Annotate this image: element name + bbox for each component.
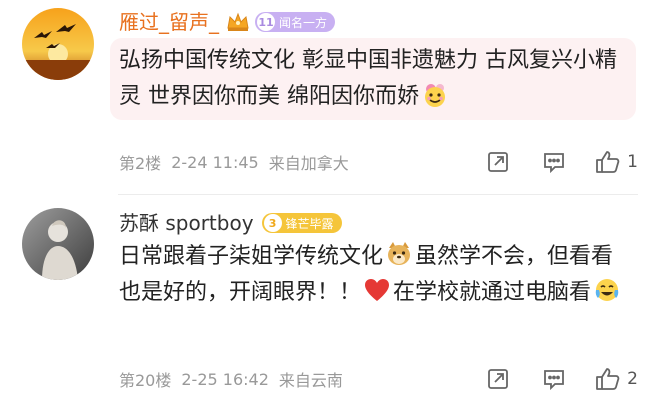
fan-level-badge[interactable]: 11 闻名一方 [255,12,336,32]
comment-item: 雁过_留声_ 11 闻名一方 弘扬中国传统文化 彰显中国非遗魅力 古风复兴小精灵… [0,0,660,190]
fan-level-label: 锋芒毕露 [285,216,334,231]
crown-badge-icon [225,11,251,33]
tears-of-joy-emoji [593,276,621,304]
fan-level-label: 闻名一方 [279,15,328,30]
name-row: 苏酥 sportboy 3 锋芒毕露 [119,208,342,238]
like-count: 1 [627,152,638,172]
doge-emoji [385,240,413,268]
like-icon[interactable] [595,149,621,175]
comment-meta: 第20楼 2-25 16:42 来自云南 [119,364,353,394]
comment-location: 来自云南 [278,371,343,390]
comment-item: 苏酥 sportboy 3 锋芒毕露 日常跟着子柒姐学传统文化 虽然学不会，但看看… [0,196,660,402]
comment-divider [118,194,638,195]
fan-level-number: 11 [257,13,275,31]
comment-text: 日常跟着子柒姐学传统文化 虽然学不会，但看看也是好的，开阔眼界！！ 在学校就通过电脑… [119,239,624,311]
comment-actions: 2 [455,364,638,394]
avatar[interactable] [22,208,94,280]
comment-text: 弘扬中国传统文化 彰显中国非遗魅力 古风复兴小精灵 世界因你而美 绵阳因你而娇 [119,43,624,115]
fan-level-badge[interactable]: 3 锋芒毕露 [261,213,342,233]
share-icon[interactable] [485,149,511,175]
fan-level-number: 3 [263,214,282,232]
name-row: 雁过_留声_ 11 闻名一方 [119,7,336,37]
comment-actions: 1 [455,147,638,177]
share-icon[interactable] [485,366,511,392]
floor-number: 第20楼 [119,371,172,390]
comment-text-part: 弘扬中国传统文化 彰显中国非遗魅力 古风复兴小精灵 世界因你而美 绵阳因你而娇 [119,48,617,109]
comment-date: 2-24 11:45 [171,152,259,172]
comment-location: 来自加拿大 [268,154,349,173]
comment-reply-icon[interactable] [541,149,567,175]
avatar[interactable] [22,8,94,80]
like-icon[interactable] [595,366,621,392]
like-count: 2 [627,369,638,389]
username[interactable]: 苏酥 sportboy [119,208,254,238]
comment-meta: 第2楼 2-24 11:45 来自加拿大 [119,147,359,177]
red-heart-emoji [363,276,391,304]
floor-number: 第2楼 [119,154,162,173]
comment-reply-icon[interactable] [541,366,567,392]
comment-date: 2-25 16:42 [181,369,269,389]
flower-face-emoji [421,80,449,108]
username[interactable]: 雁过_留声_ [119,7,219,37]
comment-text-part: 在学校就通过电脑看 [393,280,592,305]
comment-text-part: 日常跟着子柒姐学传统文化 [119,244,384,269]
